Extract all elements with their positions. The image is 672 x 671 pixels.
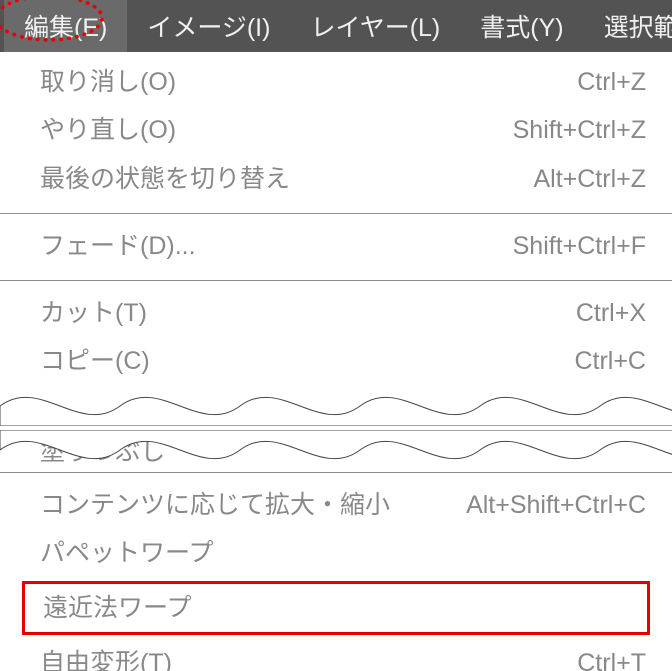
menu-item-label: コンテンツに応じて拡大・縮小 [40,487,390,523]
edit-dropdown: 取り消し(O) Ctrl+Z やり直し(O) Shift+Ctrl+Z 最後の状… [0,52,672,671]
menu-item-perspective-warp[interactable]: 遠近法ワープ [25,584,647,632]
menu-group-clipboard: カット(T) Ctrl+X コピー(C) Ctrl+C [0,283,672,386]
menu-item-label: 最後の状態を切り替え [40,161,290,197]
menu-label: 選択範囲 [604,8,672,44]
menu-item-label: 遠近法ワープ [43,590,192,626]
menu-item-content-aware-scale[interactable]: コンテンツに応じて拡大・縮小 Alt+Shift+Ctrl+C [0,481,672,529]
menu-separator [0,213,672,214]
menu-item-label: 自由変形(T) [40,645,172,671]
wave-bottom [0,430,672,470]
menu-edit[interactable]: 編集(E) [4,0,127,52]
menu-layer[interactable]: レイヤー(L) [290,0,460,52]
menu-item-label: コピー(C) [40,343,150,379]
menu-type[interactable]: 書式(Y) [460,0,583,52]
menu-item-shortcut: Ctrl+X [576,295,646,331]
menu-item-undo[interactable]: 取り消し(O) Ctrl+Z [0,58,672,106]
menu-image[interactable]: イメージ(I) [127,0,290,52]
menu-item-shortcut: Ctrl+T [577,645,646,671]
menubar: 編集(E) イメージ(I) レイヤー(L) 書式(Y) 選択範囲 [0,0,672,52]
menu-item-redo[interactable]: やり直し(O) Shift+Ctrl+Z [0,106,672,154]
menu-label: 書式(Y) [480,8,563,44]
menu-label: イメージ(I) [147,8,270,44]
menu-select[interactable]: 選択範囲 [584,0,672,52]
menu-group-transform: コンテンツに応じて拡大・縮小 Alt+Shift+Ctrl+C パペットワープ [0,475,672,580]
menu-item-shortcut: Ctrl+C [574,343,646,379]
menu-label: レイヤー(L) [310,8,440,44]
wave-top [0,386,672,426]
menu-item-label: 取り消し(O) [40,64,176,100]
menu-item-label: カット(T) [40,295,147,331]
menu-separator [0,280,672,281]
menu-group-transform2: 自由変形(T) Ctrl+T 変形(A) [0,637,672,671]
menu-group-fade: フェード(D)... Shift+Ctrl+F [0,216,672,278]
menu-item-label: やり直し(O) [40,112,176,148]
menu-item-shortcut: Shift+Ctrl+F [513,228,646,264]
menu-item-shortcut: Ctrl+Z [577,64,646,100]
menu-item-copy[interactable]: コピー(C) Ctrl+C [0,337,672,385]
menu-item-shortcut: Alt+Ctrl+Z [533,161,646,197]
menu-group-history: 取り消し(O) Ctrl+Z やり直し(O) Shift+Ctrl+Z 最後の状… [0,52,672,211]
menu-item-label: パペットワープ [40,535,214,571]
menu-item-cut[interactable]: カット(T) Ctrl+X [0,289,672,337]
menu-item-puppet-warp[interactable]: パペットワープ [0,529,672,577]
menu-label: 編集(E) [24,8,107,44]
menu-item-fade[interactable]: フェード(D)... Shift+Ctrl+F [0,222,672,270]
omission-wave: 塗りつぶし [0,386,672,470]
menu-separator [0,472,672,473]
menu-item-shortcut: Shift+Ctrl+Z [513,112,646,148]
menu-item-shortcut: Alt+Shift+Ctrl+C [466,487,646,523]
menu-item-free-transform[interactable]: 自由変形(T) Ctrl+T [0,639,672,671]
menu-item-label: フェード(D)... [40,228,196,264]
menu-item-toggle-last-state[interactable]: 最後の状態を切り替え Alt+Ctrl+Z [0,155,672,203]
annotation-highlight-box: 遠近法ワープ [22,581,650,635]
